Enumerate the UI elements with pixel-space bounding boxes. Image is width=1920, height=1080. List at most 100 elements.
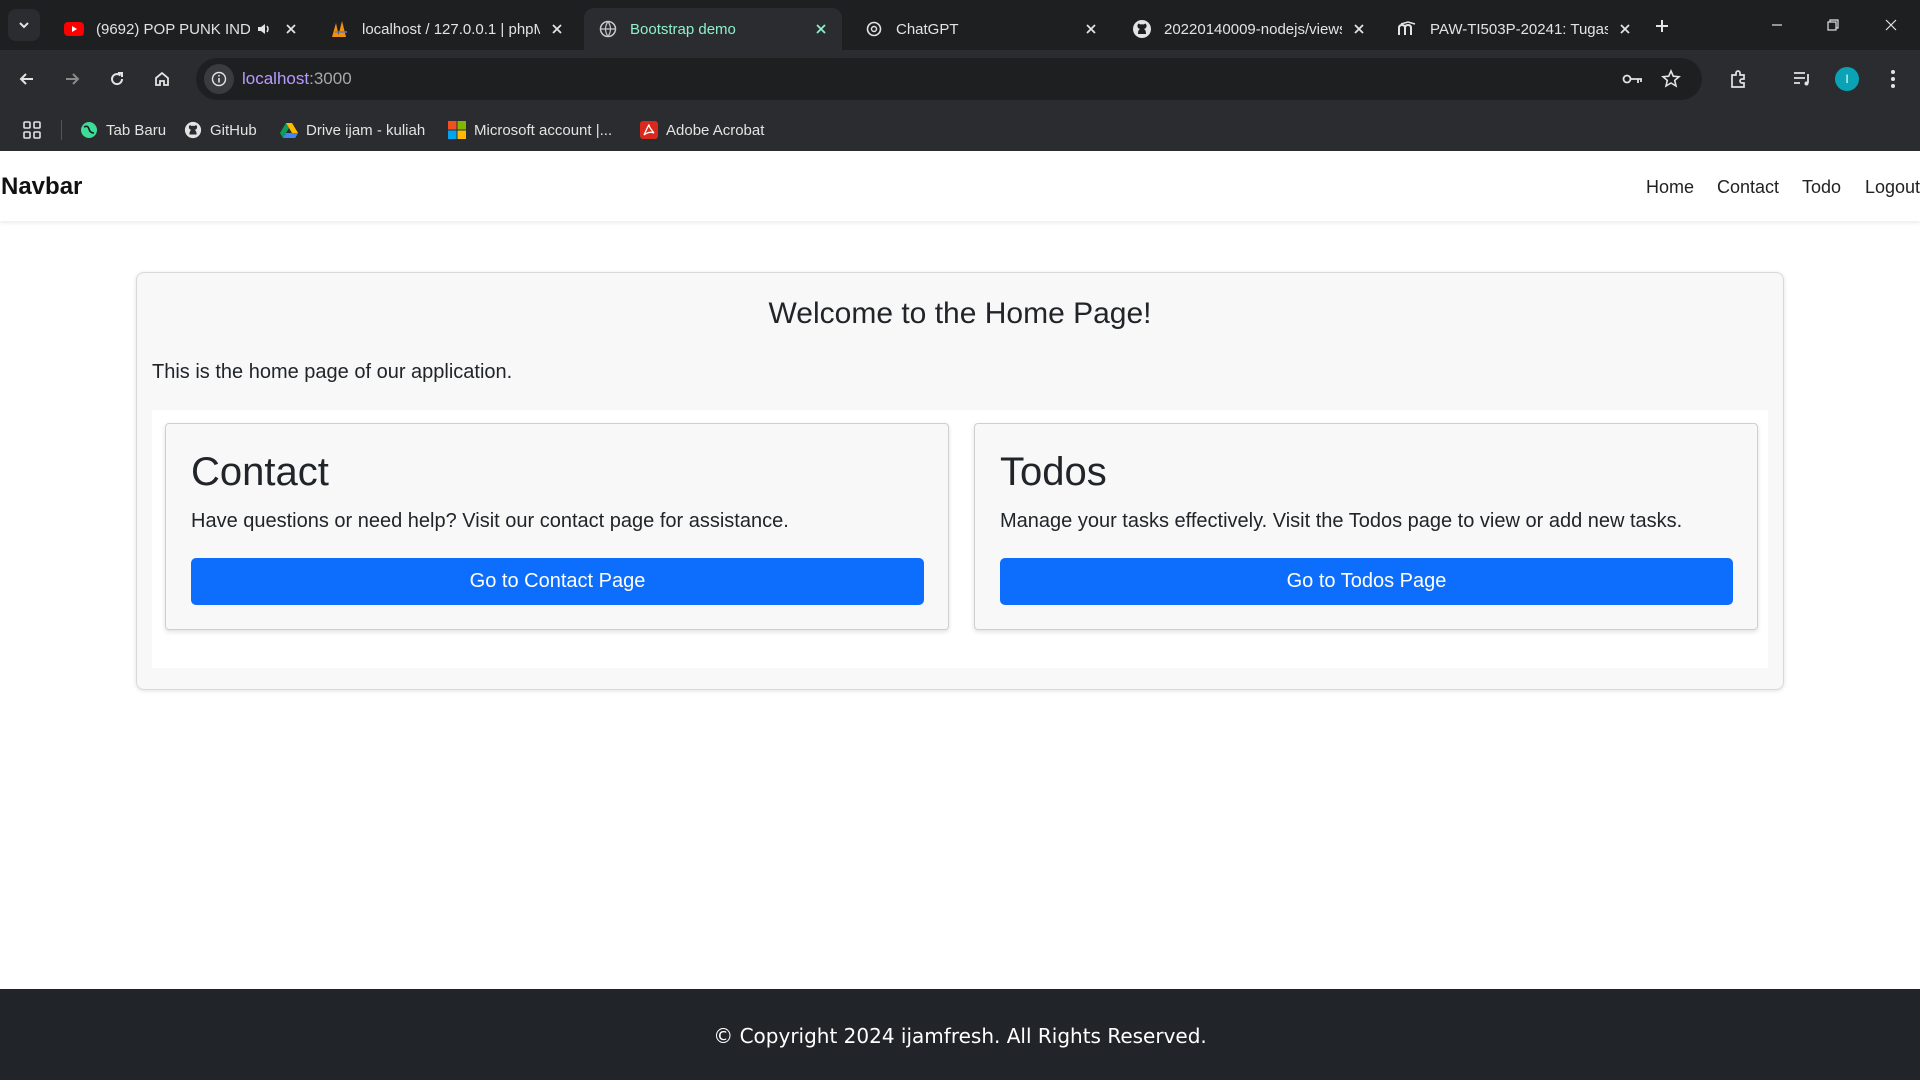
web-page: Navbar Home Contact Todo Logout Welcome … xyxy=(0,151,1920,1080)
close-icon xyxy=(1885,19,1897,31)
new-tab-button[interactable] xyxy=(1648,12,1676,40)
todos-card: Todos Manage your tasks effectively. Vis… xyxy=(974,423,1758,630)
bookmarks-bar: Tab Baru GitHub Drive ijam - kuliah Micr… xyxy=(0,108,1920,151)
profile-avatar[interactable]: I xyxy=(1835,67,1859,91)
microsoft-icon xyxy=(448,121,466,139)
tab-youtube[interactable]: (9692) POP PUNK INDO xyxy=(50,8,312,50)
arrow-right-icon xyxy=(66,73,80,85)
arrow-left-icon xyxy=(19,73,33,85)
google-drive-icon xyxy=(280,121,298,139)
menu-button[interactable] xyxy=(1876,62,1910,96)
url-host: localhost xyxy=(242,69,310,88)
chevron-down-icon xyxy=(19,22,29,29)
bookmark-acrobat[interactable]: Adobe Acrobat xyxy=(640,116,764,144)
address-bar[interactable]: localhost:3000 xyxy=(196,58,1702,100)
bookmarks-divider xyxy=(61,120,62,140)
tab-strip: (9692) POP PUNK INDO localhost / 127.0.0… xyxy=(0,0,1920,50)
tab-title: PAW-TI503P-20241: Tugas xyxy=(1430,20,1608,38)
bookmark-label: Microsoft account |... xyxy=(474,121,613,139)
tab-title: (9692) POP PUNK INDO xyxy=(96,20,250,38)
plus-icon xyxy=(1656,20,1668,32)
navbar-brand[interactable]: Navbar xyxy=(1,173,82,201)
site-navbar: Navbar Home Contact Todo Logout xyxy=(0,151,1920,221)
restore-icon xyxy=(1827,19,1839,31)
nav-link-contact[interactable]: Contact xyxy=(1717,177,1779,198)
nav-link-logout[interactable]: Logout xyxy=(1865,177,1920,198)
close-icon[interactable] xyxy=(280,18,302,40)
tab-phpmyadmin[interactable]: localhost / 127.0.0.1 | phpMy xyxy=(316,8,578,50)
minimize-button[interactable] xyxy=(1757,8,1797,42)
media-controls-button[interactable] xyxy=(1785,62,1819,96)
tab-title: Bootstrap demo xyxy=(630,20,736,38)
chatgpt-icon xyxy=(864,19,884,39)
url-port: :3000 xyxy=(309,69,352,88)
go-to-contact-button[interactable]: Go to Contact Page xyxy=(191,558,924,605)
card-title: Contact xyxy=(191,450,329,494)
url-text[interactable]: localhost:3000 xyxy=(242,69,352,89)
tab-github[interactable]: 20220140009-nodejs/views xyxy=(1118,8,1380,50)
tab-title: ChatGPT xyxy=(896,20,959,38)
card-text: Have questions or need help? Visit our c… xyxy=(191,510,789,532)
bookmark-drive[interactable]: Drive ijam - kuliah xyxy=(280,116,425,144)
bookmark-star-button[interactable] xyxy=(1656,64,1686,94)
page-title: Welcome to the Home Page! xyxy=(768,297,1152,330)
tab-bootstrap-demo[interactable]: Bootstrap demo xyxy=(584,8,842,50)
acrobat-icon xyxy=(640,121,658,139)
close-icon[interactable] xyxy=(1348,18,1370,40)
phpmyadmin-icon xyxy=(330,19,350,39)
nav-link-home[interactable]: Home xyxy=(1646,177,1694,198)
bookmark-label: Drive ijam - kuliah xyxy=(306,121,426,139)
globe-green-icon xyxy=(80,121,98,139)
nav-link-todo[interactable]: Todo xyxy=(1802,177,1841,198)
close-icon[interactable] xyxy=(546,18,568,40)
tab-moodle[interactable]: PAW-TI503P-20241: Tugas xyxy=(1384,8,1646,50)
apps-grid-icon xyxy=(23,121,41,139)
close-icon[interactable] xyxy=(1614,18,1636,40)
moodle-icon xyxy=(1398,19,1418,39)
feature-cards-row: Contact Have questions or need help? Vis… xyxy=(152,410,1768,668)
reload-icon xyxy=(111,72,124,86)
browser-toolbar: localhost:3000 I xyxy=(0,50,1920,108)
info-icon xyxy=(211,71,227,87)
bookmark-tab-baru[interactable]: Tab Baru xyxy=(80,116,166,144)
back-button[interactable] xyxy=(10,62,44,96)
forward-button[interactable] xyxy=(55,62,89,96)
youtube-icon xyxy=(64,19,84,39)
apps-button[interactable] xyxy=(20,118,44,142)
site-footer: © Copyright 2024 ijamfresh. All Rights R… xyxy=(0,989,1920,1080)
bookmark-label: Adobe Acrobat xyxy=(666,121,765,139)
card-text: Manage your tasks effectively. Visit the… xyxy=(1000,510,1683,532)
globe-icon xyxy=(598,19,618,39)
speaker-icon[interactable] xyxy=(254,19,274,39)
minimize-icon xyxy=(1772,24,1782,26)
bookmark-github[interactable]: GitHub xyxy=(184,116,257,144)
tab-search-button[interactable] xyxy=(8,9,40,41)
tab-chatgpt[interactable]: ChatGPT xyxy=(850,8,1112,50)
close-icon[interactable] xyxy=(1080,18,1102,40)
copyright-text: © Copyright 2024 ijamfresh. All Rights R… xyxy=(713,1024,1207,1048)
home-icon xyxy=(155,71,169,86)
reload-button[interactable] xyxy=(100,62,134,96)
close-icon[interactable] xyxy=(810,18,832,40)
github-icon xyxy=(1132,19,1152,39)
github-icon xyxy=(184,121,202,139)
card-title: Todos xyxy=(1000,450,1107,494)
restore-button[interactable] xyxy=(1813,8,1853,42)
intro-text: This is the home page of our application… xyxy=(152,361,513,383)
password-key-button[interactable] xyxy=(1618,64,1648,94)
home-button[interactable] xyxy=(145,62,179,96)
site-info-button[interactable] xyxy=(204,64,234,94)
tab-title: localhost / 127.0.0.1 | phpMy xyxy=(362,20,540,38)
contact-card: Contact Have questions or need help? Vis… xyxy=(165,423,949,630)
welcome-card: Welcome to the Home Page! This is the ho… xyxy=(136,272,1784,690)
window-close-button[interactable] xyxy=(1871,8,1911,42)
bookmark-label: Tab Baru xyxy=(106,121,167,139)
browser-chrome: (9692) POP PUNK INDO localhost / 127.0.0… xyxy=(0,0,1920,151)
bookmark-microsoft[interactable]: Microsoft account |... xyxy=(448,116,612,144)
go-to-todos-button[interactable]: Go to Todos Page xyxy=(1000,558,1733,605)
playlist-icon xyxy=(1794,72,1809,86)
star-icon xyxy=(1661,69,1681,88)
key-icon xyxy=(1622,74,1642,84)
bookmark-label: GitHub xyxy=(210,121,257,139)
extensions-button[interactable] xyxy=(1721,62,1755,96)
